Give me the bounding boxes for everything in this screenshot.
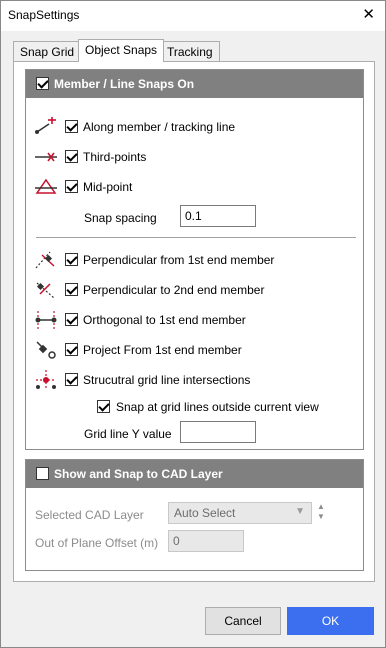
orthogonal-label: Orthogonal to 1st end member — [83, 313, 246, 327]
chevron-down-icon: ▼ — [295, 506, 305, 517]
mid-point-checkbox[interactable] — [65, 180, 78, 193]
tab-tracking[interactable]: Tracking — [160, 41, 220, 61]
window-title: SnapSettings — [8, 8, 80, 22]
offset-input[interactable] — [168, 530, 244, 552]
grid-intersection-icon — [36, 370, 56, 390]
group-divider — [36, 237, 356, 238]
orthogonal-checkbox[interactable] — [65, 313, 78, 326]
offset-label: Out of Plane Offset (m) — [35, 536, 159, 550]
project-from-icon — [36, 341, 56, 359]
outside-view-checkbox[interactable] — [97, 400, 110, 413]
perp-to-checkbox[interactable] — [65, 283, 78, 296]
perpendicular-to-icon — [36, 282, 55, 299]
selected-cad-layer-value: Auto Select — [174, 506, 236, 520]
grid-intersections-label: Strucutral grid line intersections — [83, 373, 251, 387]
along-member-label: Along member / tracking line — [83, 120, 236, 134]
snap-settings-window: SnapSettings ✕ Snap Grid Object Snaps Tr… — [0, 0, 386, 648]
snap-spacing-input[interactable] — [180, 205, 256, 227]
third-points-icon — [35, 152, 57, 162]
third-points-checkbox[interactable] — [65, 150, 78, 163]
perp-to-label: Perpendicular to 2nd end member — [83, 283, 265, 297]
orthogonal-icon — [35, 311, 57, 329]
perp-from-label: Perpendicular from 1st end member — [83, 253, 275, 267]
cad-layer-label: Show and Snap to CAD Layer — [54, 467, 223, 481]
member-snaps-label: Member / Line Snaps On — [54, 77, 195, 91]
third-points-label: Third-points — [83, 150, 147, 164]
grid-y-label: Grid line Y value — [84, 427, 172, 441]
mid-point-label: Mid-point — [83, 180, 133, 194]
ok-button[interactable]: OK — [287, 607, 374, 635]
perp-from-checkbox[interactable] — [65, 253, 78, 266]
cad-layer-group: Show and Snap to CAD Layer Selected CAD … — [25, 459, 364, 571]
spin-up-icon[interactable]: ▲ — [314, 502, 328, 512]
cancel-button[interactable]: Cancel — [205, 607, 281, 635]
project-from-label: Project From 1st end member — [83, 343, 242, 357]
mid-point-icon — [35, 178, 57, 194]
member-snaps-group: Member / Line Snaps On Along member / tr… — [25, 69, 364, 450]
selected-cad-layer-select[interactable]: Auto Select ▼ — [168, 502, 312, 524]
project-from-checkbox[interactable] — [65, 343, 78, 356]
along-line-icon — [35, 117, 56, 134]
grid-y-input[interactable] — [180, 421, 256, 443]
cad-layer-checkbox[interactable] — [36, 467, 49, 480]
title-bar: SnapSettings ✕ — [1, 1, 385, 31]
snap-spacing-label: Snap spacing — [84, 211, 157, 225]
grid-intersections-checkbox[interactable] — [65, 373, 78, 386]
tab-snap-grid[interactable]: Snap Grid — [13, 41, 82, 61]
member-snaps-checkbox[interactable] — [36, 77, 49, 90]
layer-spinner[interactable]: ▲ ▼ — [314, 502, 328, 524]
outside-view-label: Snap at grid lines outside current view — [116, 400, 319, 414]
tab-object-snaps[interactable]: Object Snaps — [78, 39, 165, 62]
selected-cad-layer-label: Selected CAD Layer — [35, 508, 144, 522]
perpendicular-from-icon — [35, 251, 55, 269]
member-snaps-header: Member / Line Snaps On — [26, 70, 363, 98]
close-icon[interactable]: ✕ — [362, 5, 375, 23]
cad-layer-header: Show and Snap to CAD Layer — [26, 460, 363, 488]
spin-down-icon[interactable]: ▼ — [314, 512, 328, 522]
object-snaps-panel: Member / Line Snaps On Along member / tr… — [13, 61, 375, 582]
along-member-checkbox[interactable] — [65, 120, 78, 133]
